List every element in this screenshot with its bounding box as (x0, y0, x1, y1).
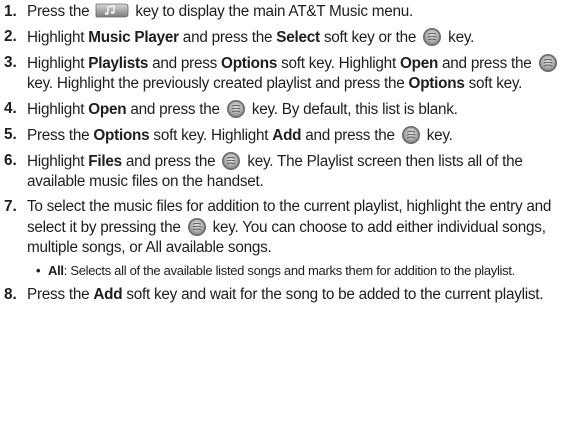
sub-bullet-item: • All: Selects all of the available liste… (0, 263, 577, 279)
select-key-icon (538, 53, 558, 73)
bold-term: Add (93, 286, 123, 303)
select-key-icon (422, 27, 442, 47)
step-text: and press (148, 55, 222, 72)
bold-term: Options (221, 55, 278, 72)
step-number: 5. (4, 126, 17, 143)
step-text: and press the (178, 29, 277, 46)
step-number: 2. (4, 28, 17, 45)
instruction-list: 1. Press the key to display the main AT&T… (0, 2, 577, 310)
step-text: key. (422, 127, 453, 144)
bold-term: Add (272, 127, 302, 144)
step-number: 4. (4, 100, 17, 117)
step-number: 8. (4, 286, 17, 303)
bold-term: Music Player (88, 29, 179, 46)
step-number: 3. (4, 54, 17, 71)
step-item: 3. Highlight Playlists and press Options … (0, 53, 577, 94)
step-text: soft key and wait for the song to be add… (122, 286, 544, 303)
bold-term: Options (93, 127, 150, 144)
bold-term: Options (408, 75, 465, 92)
step-item: 4. Highlight Open and press the key. By d… (0, 99, 577, 120)
bold-term: Select (276, 29, 320, 46)
step-text: and press the (126, 101, 224, 118)
bullet-icon: • (36, 263, 41, 278)
bold-term: All (48, 263, 64, 278)
select-key-icon (187, 217, 207, 237)
bold-term: Playlists (88, 55, 149, 72)
step-text: soft key. (464, 75, 523, 92)
select-key-icon (221, 151, 241, 171)
step-item: 6. Highlight Files and press the key. The… (0, 151, 577, 192)
select-key-icon (401, 125, 421, 145)
step-text: and press the (121, 153, 220, 170)
step-text: and press the (438, 55, 536, 72)
step-text: Highlight (27, 55, 89, 72)
music-note-key-icon (95, 3, 129, 18)
step-text: key to display the main AT&T Music menu. (131, 3, 414, 20)
step-text: key. Highlight the previously created pl… (27, 75, 409, 92)
step-item: 5. Press the Options soft key. Highlight … (0, 125, 577, 146)
step-text: key. By default, this list is blank. (247, 101, 458, 118)
step-text: : Selects all of the available listed so… (63, 263, 516, 278)
step-item: 7. To select the music files for addition… (0, 197, 577, 258)
step-text: Press the (27, 127, 94, 144)
step-text: soft key. Highlight (277, 55, 400, 72)
step-text: Press the (27, 3, 94, 20)
step-text: Highlight (27, 101, 89, 118)
step-text: Highlight (27, 153, 89, 170)
step-text: Press the (27, 286, 94, 303)
step-number: 1. (4, 3, 17, 20)
step-number: 7. (4, 198, 17, 215)
step-item: 8. Press the Add soft key and wait for th… (0, 285, 577, 305)
step-text: soft key. Highlight (149, 127, 273, 144)
bold-term: Open (399, 55, 439, 72)
bold-term: Files (88, 153, 122, 170)
bold-term: Open (88, 101, 127, 118)
select-key-icon (226, 99, 246, 119)
step-number: 6. (4, 152, 17, 169)
step-text: Highlight (27, 29, 89, 46)
step-item: 2. Highlight Music Player and press the S… (0, 27, 577, 48)
step-item: 1. Press the key to display the main AT&T… (0, 2, 577, 22)
step-text: key. (444, 29, 475, 46)
step-text: and press the (301, 127, 399, 144)
step-text: soft key or the (319, 29, 421, 46)
